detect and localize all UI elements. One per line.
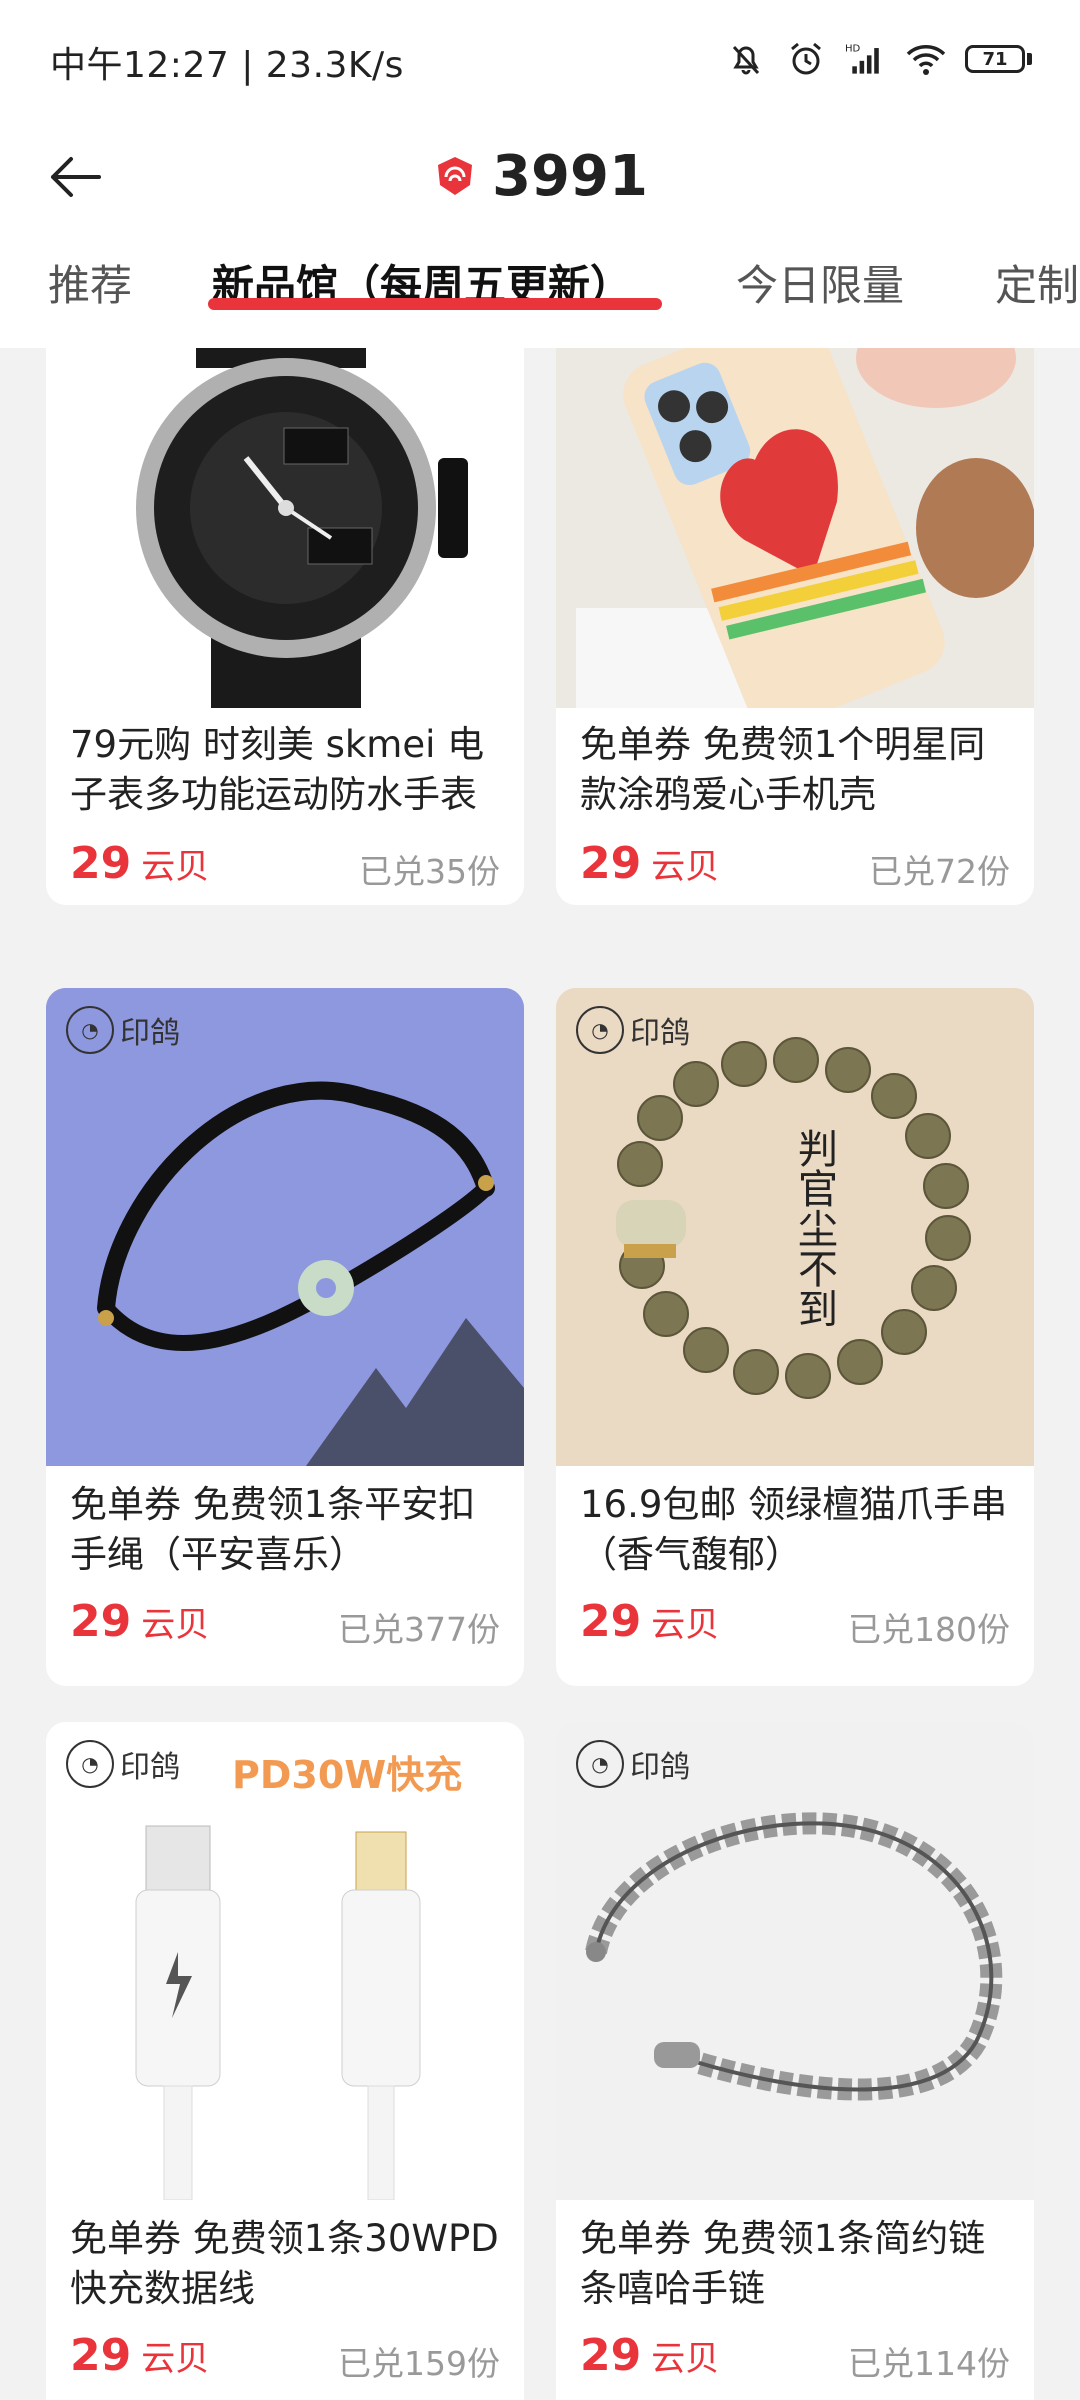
- product-price: 29 云贝: [70, 838, 210, 889]
- brand-logo-icon: ◔: [66, 1006, 114, 1054]
- product-title: 79元购 时刻美 skmei 电子表多功能运动防水手表: [70, 723, 485, 816]
- battery-icon: 71: [965, 45, 1032, 73]
- product-price: 29 云贝: [580, 1596, 720, 1647]
- product-image-phone-case: [556, 348, 1034, 708]
- cloud-coin-icon: [432, 153, 478, 199]
- product-grid: 79元购 时刻美 skmei 电子表多功能运动防水手表 29云贝 已兑35份: [0, 348, 1080, 2400]
- brand-logo: ◔ 印鸽: [576, 1006, 690, 1054]
- battery-level: 71: [965, 45, 1025, 73]
- product-card-chain[interactable]: ◔ 印鸽 免单券 免费领1条简约链条嘻哈手链 29 云贝 已兑114份: [556, 1722, 1034, 2400]
- status-time-speed: 中午12:27 | 23.3K/s: [50, 45, 404, 86]
- cloud-coin-balance: 3991: [492, 143, 648, 209]
- image-slogan: PD30W快充: [232, 1753, 463, 1797]
- product-title: 免单券 免费领1个明星同款涂鸦爱心手机壳: [580, 723, 986, 816]
- mute-bell-icon: [725, 38, 767, 80]
- status-bar: 中午12:27 | 23.3K/s HD 71: [0, 0, 1080, 120]
- image-slogan: 判官尘不到: [791, 1128, 837, 1328]
- brand-logo-icon: ◔: [576, 1006, 624, 1054]
- header: 3991: [0, 120, 1080, 230]
- product-sold-count: 已兑180份: [848, 1610, 1010, 1649]
- product-card-watch[interactable]: 79元购 时刻美 skmei 电子表多功能运动防水手表 29 云贝 已兑35份: [46, 348, 524, 905]
- product-card-bracelet-rope[interactable]: ◔ 印鸽 免单券 免费领1条平安扣手绳（平安喜乐） 29 云贝 已兑377份: [46, 988, 524, 1686]
- brand-logo: ◔ 印鸽: [66, 1006, 180, 1054]
- product-price: 29 云贝: [580, 2330, 720, 2381]
- brand-logo: ◔ 印鸽: [576, 1740, 690, 1788]
- status-icons: HD 71: [725, 34, 1032, 84]
- hd-signal-icon: HD: [845, 38, 887, 80]
- product-image-sandalwood: ◔ 印鸽 判官尘不到: [556, 988, 1034, 1466]
- product-image-chain: ◔ 印鸽: [556, 1722, 1034, 2200]
- brand-logo-icon: ◔: [66, 1740, 114, 1788]
- product-card-phone-case[interactable]: 免单券 免费领1个明星同款涂鸦爱心手机壳 29 云贝 已兑72份: [556, 348, 1034, 905]
- product-sold-count: 已兑35份: [359, 852, 500, 891]
- product-sold-count: 已兑377份: [338, 1610, 500, 1649]
- svg-text:HD: HD: [845, 44, 861, 55]
- tab-custom[interactable]: 定制: [995, 252, 1079, 313]
- product-price: 29 云贝: [580, 838, 720, 889]
- product-card-sandalwood[interactable]: ◔ 印鸽 判官尘不到 16.9包邮 领绿檀猫爪手串（香气馥郁） 29 云贝 已兑1…: [556, 988, 1034, 1686]
- brand-logo-icon: ◔: [576, 1740, 624, 1788]
- product-price: 29 云贝: [70, 2330, 210, 2381]
- wifi-icon: [905, 38, 947, 80]
- product-sold-count: 已兑72份: [869, 852, 1010, 891]
- product-title: 免单券 免费领1条简约链条嘻哈手链: [580, 2217, 986, 2310]
- product-title: 16.9包邮 领绿檀猫爪手串（香气馥郁）: [580, 1483, 1008, 1576]
- product-card-cable[interactable]: ◔ 印鸽 PD30W快充 免单券 免费领1条30WPD快充数据线 29 云贝 已兑…: [46, 1722, 524, 2400]
- product-title: 免单券 免费领1条平安扣手绳（平安喜乐）: [70, 1483, 476, 1576]
- product-sold-count: 已兑159份: [338, 2344, 500, 2383]
- active-tab-indicator: [208, 298, 662, 310]
- brand-logo: ◔ 印鸽: [66, 1740, 180, 1788]
- tab-recommend[interactable]: 推荐: [48, 252, 132, 313]
- tab-today-limited[interactable]: 今日限量: [736, 252, 904, 313]
- alarm-icon: [785, 38, 827, 80]
- product-price: 29 云贝: [70, 1596, 210, 1647]
- product-image-cable: ◔ 印鸽 PD30W快充: [46, 1722, 524, 2200]
- product-image-watch: [46, 348, 524, 708]
- product-sold-count: 已兑114份: [848, 2344, 1010, 2383]
- product-image-bracelet-rope: ◔ 印鸽: [46, 988, 524, 1466]
- product-title: 免单券 免费领1条30WPD快充数据线: [70, 2217, 499, 2310]
- tab-bar: 推荐 新品馆（每周五更新） 今日限量 定制: [0, 230, 1080, 348]
- page-title: 3991: [0, 134, 1080, 218]
